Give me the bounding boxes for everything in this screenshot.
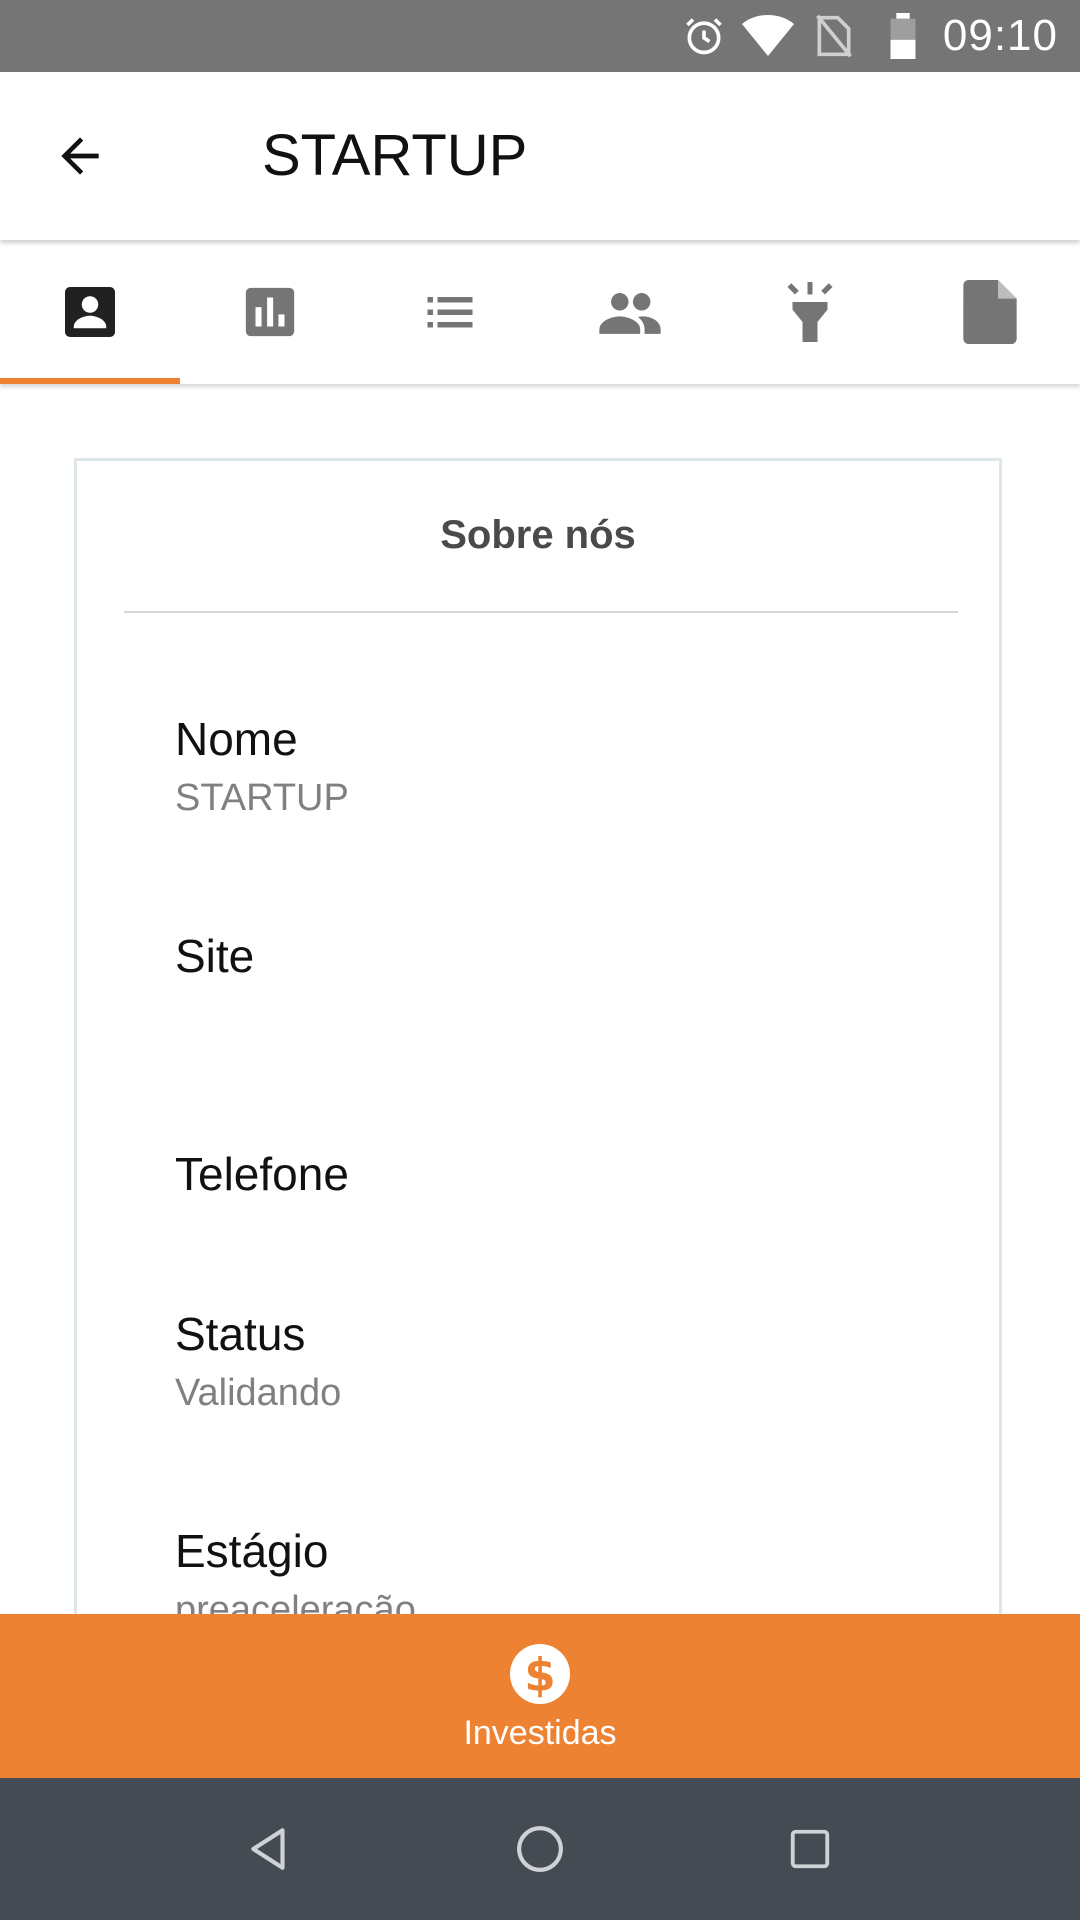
card-title: Sobre nós (440, 513, 636, 557)
triangle-back-icon (251, 1828, 285, 1870)
bottom-action-bar: $ Investidas (0, 1614, 1080, 1778)
flashlight-icon (787, 282, 833, 342)
page-title: STARTUP (262, 123, 528, 188)
system-nav-bar (0, 1778, 1080, 1920)
field-label-site: Site (175, 930, 255, 982)
field-value-status: Validando (175, 1372, 342, 1414)
svg-text:$: $ (524, 1648, 555, 1701)
app-bar: STARTUP (0, 72, 1080, 240)
field-label-estagio: Estágio (175, 1525, 329, 1577)
bar-chart-icon (245, 287, 295, 337)
nav-back-button[interactable] (210, 1778, 330, 1920)
document-icon (963, 280, 1017, 344)
nav-recents-button[interactable] (750, 1778, 870, 1920)
field-label-telefone: Telefone (175, 1148, 349, 1200)
tab-profile[interactable] (0, 240, 180, 384)
divider (124, 611, 958, 613)
dollar-circle-icon: $ (510, 1644, 570, 1704)
account-box-icon (65, 287, 115, 337)
back-button[interactable] (40, 116, 120, 196)
square-recents-icon (790, 1829, 830, 1869)
field-label-status: Status (175, 1308, 306, 1360)
circle-home-icon (517, 1826, 563, 1872)
field-value-nome: STARTUP (175, 777, 349, 819)
alarm-icon (682, 0, 726, 72)
about-card: Sobre nós Nome STARTUP Site Telefone Sta… (74, 458, 1002, 1614)
tab-list[interactable] (360, 240, 540, 384)
tab-stats[interactable] (180, 240, 360, 384)
battery-icon (888, 0, 918, 72)
investidas-button[interactable]: $ Investidas (400, 1614, 680, 1778)
tab-team[interactable] (540, 240, 720, 384)
tab-selected-indicator (0, 378, 180, 384)
no-sim-icon (814, 0, 854, 72)
status-bar: 09:10 (0, 0, 1080, 72)
content-area[interactable]: Sobre nós Nome STARTUP Site Telefone Sta… (0, 384, 1080, 1614)
tab-ideas[interactable] (720, 240, 900, 384)
status-time: 09:10 (942, 11, 1058, 60)
list-icon (427, 297, 473, 328)
investidas-label: Investidas (463, 1714, 617, 1752)
tab-documents[interactable] (900, 240, 1080, 384)
nav-home-button[interactable] (480, 1778, 600, 1920)
tab-bar (0, 240, 1080, 384)
arrow-back-icon (61, 137, 99, 175)
wifi-icon (740, 0, 796, 72)
field-value-estagio: preaceleração (175, 1589, 416, 1614)
field-label-nome: Nome (175, 713, 298, 765)
people-icon (599, 293, 661, 334)
